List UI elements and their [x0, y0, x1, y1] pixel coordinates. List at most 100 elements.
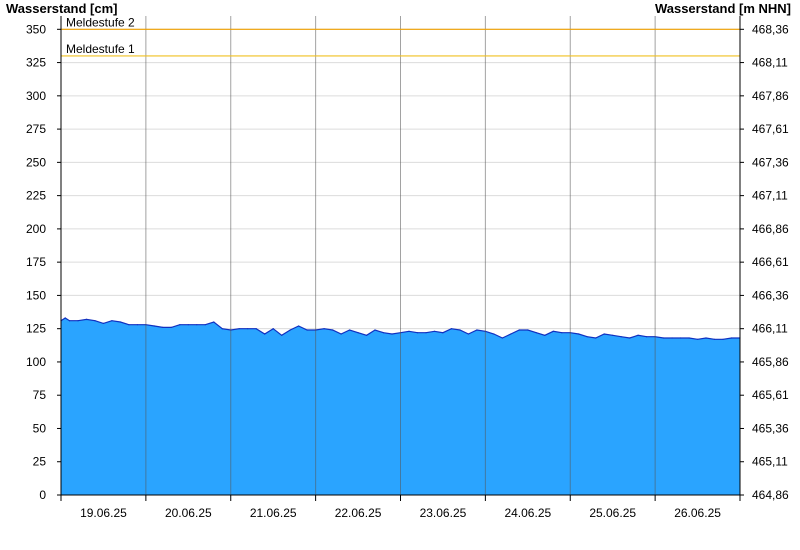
x-tick-label: 24.06.25 — [504, 506, 551, 520]
y-tick-label-left: 300 — [26, 89, 46, 103]
data-point — [187, 324, 189, 326]
data-point — [697, 338, 699, 340]
data-point — [111, 320, 113, 322]
data-point — [221, 328, 223, 330]
data-point — [646, 336, 648, 338]
data-point — [680, 337, 682, 339]
y-tick-label-left: 0 — [39, 488, 46, 502]
y-tick-label-right: 465,36 — [752, 421, 789, 435]
data-point — [730, 337, 733, 339]
y-tick-label-right: 467,36 — [752, 155, 789, 169]
data-point — [136, 324, 138, 326]
y-axis-title-left: Wasserstand [cm] — [6, 1, 118, 16]
x-tick-label: 19.06.25 — [80, 506, 127, 520]
data-point — [586, 336, 588, 338]
x-tick-label: 23.06.25 — [420, 506, 467, 520]
y-tick-label-left: 50 — [33, 421, 47, 435]
y-tick-label-right: 468,11 — [752, 56, 788, 70]
data-point — [289, 329, 291, 331]
y-tick-label-left: 125 — [26, 322, 46, 336]
data-point — [391, 333, 393, 335]
y-tick-label-left: 225 — [26, 189, 46, 203]
data-point — [544, 334, 546, 336]
y-tick-label-left: 250 — [26, 155, 46, 169]
data-point — [64, 317, 66, 319]
data-point — [213, 321, 215, 323]
y-tick-label-right: 466,86 — [752, 222, 789, 236]
y-tick-label-right: 466,11 — [752, 322, 788, 336]
data-point — [204, 324, 206, 326]
data-point — [425, 332, 427, 334]
data-point — [527, 329, 529, 331]
y-tick-label-right: 465,11 — [752, 455, 788, 469]
y-tick-label-right: 467,11 — [752, 189, 788, 203]
data-point — [306, 329, 308, 331]
data-point — [416, 332, 419, 334]
data-point — [671, 337, 673, 339]
data-point — [162, 326, 164, 328]
data-point — [663, 337, 665, 339]
y-tick-label-left: 75 — [33, 388, 47, 402]
y-tick-label-left: 275 — [26, 122, 46, 136]
data-point — [102, 322, 104, 324]
data-point — [153, 325, 155, 327]
y-tick-label-left: 175 — [26, 255, 46, 269]
data-point — [467, 333, 469, 335]
x-tick-label: 22.06.25 — [335, 506, 382, 520]
data-point — [264, 333, 266, 335]
data-point — [68, 320, 71, 322]
data-point — [612, 334, 614, 336]
y-tick-label-left: 325 — [26, 56, 46, 70]
data-point — [255, 328, 257, 330]
y-tick-label-right: 466,36 — [752, 288, 789, 302]
data-point — [637, 334, 639, 336]
water-level-chart: Meldestufe 2 Meldestufe 1 0 464,86 25 465,11… — [6, 1, 791, 520]
data-point — [629, 337, 631, 339]
data-point — [722, 338, 724, 340]
data-point — [94, 320, 96, 322]
data-point — [713, 338, 716, 340]
threshold-label: Meldestufe 1 — [66, 42, 135, 56]
data-point — [552, 330, 554, 332]
data-point — [77, 320, 79, 322]
data-point — [323, 328, 325, 330]
data-point — [501, 337, 503, 339]
data-point — [85, 318, 88, 320]
data-point — [281, 334, 283, 336]
x-tick-label: 25.06.25 — [589, 506, 636, 520]
x-tick-label: 21.06.25 — [250, 506, 297, 520]
data-point — [196, 324, 198, 326]
data-point — [247, 328, 249, 330]
data-point — [595, 337, 597, 339]
y-tick-label-right: 468,36 — [752, 22, 789, 36]
data-point — [170, 326, 172, 328]
data-point — [603, 333, 605, 335]
y-tick-label-left: 200 — [26, 222, 46, 236]
data-point — [620, 336, 622, 338]
data-point — [510, 333, 512, 335]
data-point — [518, 329, 520, 331]
y-tick-label-right: 466,61 — [752, 255, 789, 269]
threshold-label: Meldestufe 2 — [66, 15, 135, 29]
y-tick-label-left: 150 — [26, 288, 46, 302]
data-point — [119, 321, 121, 323]
data-point — [561, 332, 563, 334]
y-axis-title-right: Wasserstand [m NHN] — [655, 1, 791, 16]
data-point — [493, 333, 495, 335]
data-point — [179, 324, 181, 326]
data-point — [374, 329, 376, 331]
data-point — [349, 329, 351, 331]
data-point — [705, 337, 707, 339]
data-point — [298, 325, 300, 327]
data-point — [357, 332, 359, 334]
data-point — [688, 337, 690, 339]
y-tick-label-left: 350 — [26, 22, 46, 36]
y-tick-label-right: 465,61 — [752, 388, 789, 402]
x-tick-label: 20.06.25 — [165, 506, 212, 520]
data-point — [340, 333, 342, 335]
data-point — [459, 329, 461, 331]
data-point — [450, 328, 452, 330]
y-tick-label-right: 467,86 — [752, 89, 789, 103]
data-point — [433, 330, 436, 332]
data-point — [366, 334, 368, 336]
